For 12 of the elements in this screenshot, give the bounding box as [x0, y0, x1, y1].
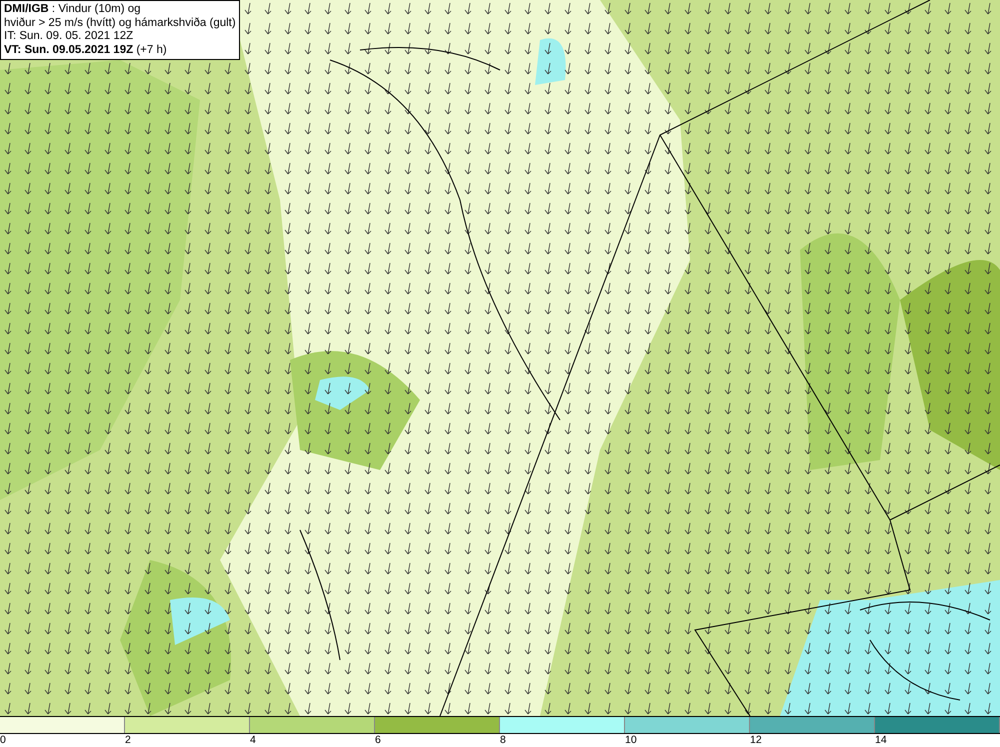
legend-label: 8	[500, 734, 506, 747]
info-text: DMI/IGB : Vindur (10m) og	[4, 3, 142, 16]
legend-label: 2	[125, 734, 131, 747]
info-text: hviður > 25 m/s (hvítt) og hámarkshviða (gult)	[4, 16, 236, 30]
legend-label: 12	[750, 734, 762, 747]
legend-label: 10	[625, 734, 637, 747]
info-text: IT: Sun. 09. 05. 2021 12Z	[4, 30, 134, 44]
legend-label: 14	[875, 734, 887, 747]
info-text: VT: Sun. 09.05.2021 19Z (+7 h)	[4, 44, 168, 57]
legend-label: 4	[250, 734, 256, 747]
legend-label: 6	[375, 734, 381, 747]
legend-label: 0	[0, 734, 6, 747]
